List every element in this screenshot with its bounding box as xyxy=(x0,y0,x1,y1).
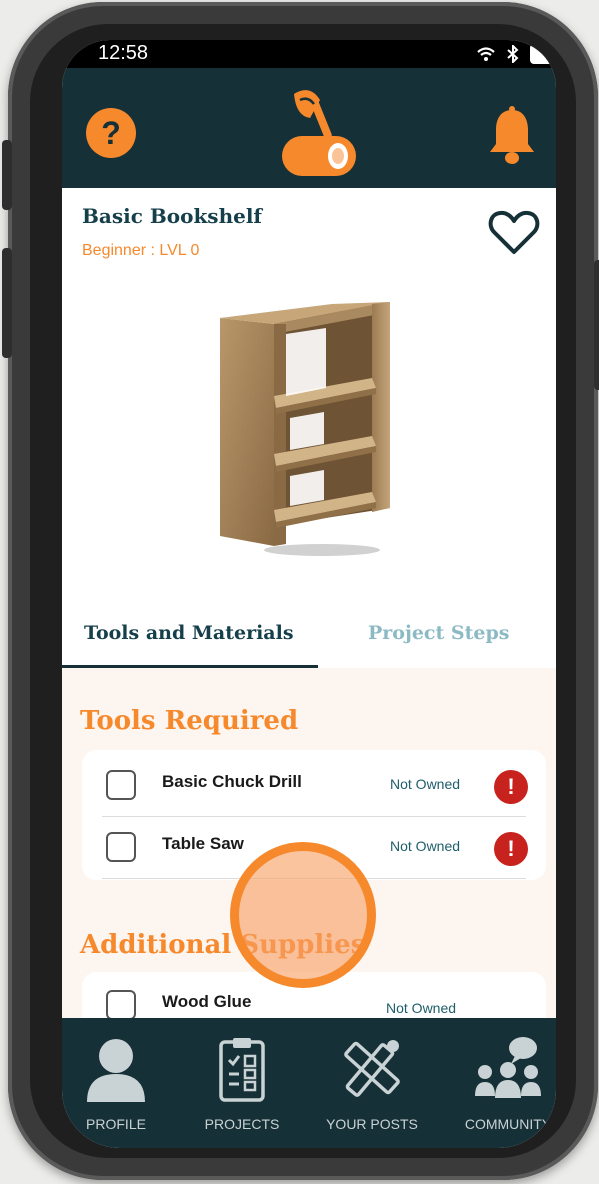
nav-your-posts[interactable]: YOUR POSTS xyxy=(312,1036,432,1148)
nav-profile[interactable]: PROFILE xyxy=(62,1036,176,1148)
clipboard-icon xyxy=(219,1038,265,1102)
tab-project-steps[interactable]: Project Steps xyxy=(368,622,509,644)
profile-icon xyxy=(87,1039,145,1102)
alert-icon[interactable]: ! xyxy=(494,770,528,804)
help-icon[interactable]: ? xyxy=(86,108,136,158)
owned-status: Not Owned xyxy=(386,1000,457,1016)
app-screen: 12:58 ? Basic Bookshelf Beginner: LVL 0… xyxy=(62,40,556,1148)
item-checkbox[interactable] xyxy=(106,832,136,862)
alert-icon[interactable]: ! xyxy=(494,832,528,866)
phone-side-button xyxy=(2,140,12,210)
list-item: Basic Chuck Drill Not Owned ! xyxy=(82,752,546,816)
battery-icon xyxy=(530,44,556,64)
community-icon xyxy=(475,1037,541,1098)
owned-status: Not Owned xyxy=(390,776,461,792)
nav-community[interactable]: COMMUNITY xyxy=(448,1036,556,1148)
tab-bar: Tools and Materials Project Steps xyxy=(62,608,556,668)
project-title: Basic Bookshelf xyxy=(82,204,263,228)
project-level: Beginner : LVL 0 xyxy=(82,242,200,259)
tab-tools-and-materials[interactable]: Tools and Materials xyxy=(84,622,294,644)
status-bar: 12:58 xyxy=(62,40,556,68)
favorite-heart-icon[interactable] xyxy=(486,208,542,258)
nav-label: COMMUNITY xyxy=(464,1116,552,1132)
wifi-icon xyxy=(477,47,495,61)
bottom-nav: PROFILE PROJECTS YOUR POSTS COMMUNITY xyxy=(62,1018,556,1148)
item-checkbox[interactable] xyxy=(106,770,136,800)
woodworking-logo-icon xyxy=(282,90,356,176)
nav-label: YOUR POSTS xyxy=(326,1116,418,1132)
item-name: Wood Glue xyxy=(162,992,252,1011)
app-header: ? xyxy=(62,68,556,188)
item-name: Basic Chuck Drill xyxy=(162,772,302,791)
touch-indicator xyxy=(230,842,376,988)
item-checkbox[interactable] xyxy=(106,990,136,1018)
phone-side-button xyxy=(2,248,12,358)
status-icons xyxy=(476,40,556,68)
bluetooth-icon xyxy=(507,45,519,63)
bookshelf-image xyxy=(220,302,390,556)
phone-side-button xyxy=(594,260,599,390)
tools-required-heading: Tools Required xyxy=(80,706,299,736)
owned-status: Not Owned xyxy=(390,838,461,854)
item-name: Table Saw xyxy=(162,834,244,853)
pencil-ruler-icon xyxy=(344,1040,400,1097)
notification-bell-icon[interactable] xyxy=(486,106,538,166)
status-time: 12:58 xyxy=(98,42,149,64)
nav-label: PROFILE xyxy=(86,1116,146,1132)
nav-label: PROJECTS xyxy=(204,1116,280,1132)
nav-projects[interactable]: PROJECTS xyxy=(182,1036,302,1148)
